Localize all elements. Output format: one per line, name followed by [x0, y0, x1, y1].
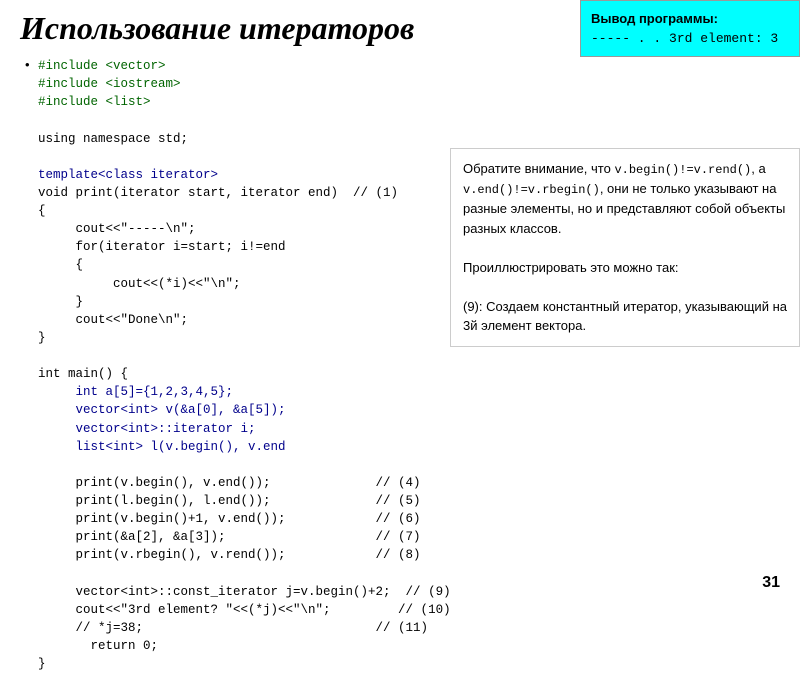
page-number: 31 — [762, 574, 780, 592]
annotation-text2: Проиллюстрировать это можно так: — [463, 258, 787, 278]
code-main-vars: int a[5]={1,2,3,4,5}; vector<int> v(&a[0… — [38, 385, 286, 453]
output-box: Вывод программы: ----- . . 3rd element: … — [580, 0, 800, 57]
annotation-box: Обратите внимание, что v.begin()!=v.rend… — [450, 148, 800, 347]
annotation-text1: Обратите внимание, что v.begin()!=v.rend… — [463, 159, 787, 238]
code-template: template<class iterator> — [38, 168, 218, 182]
annotation-text3: (9): Создаем константный итератор, указы… — [463, 297, 787, 336]
page: Использование итераторов • #include <vec… — [0, 0, 800, 600]
output-content: ----- . . 3rd element: 3 — [591, 29, 789, 49]
code-line-1: #include <vector> #include <iostream> #i… — [38, 59, 181, 109]
bullet: • — [25, 57, 30, 72]
output-title: Вывод программы: — [591, 9, 789, 29]
